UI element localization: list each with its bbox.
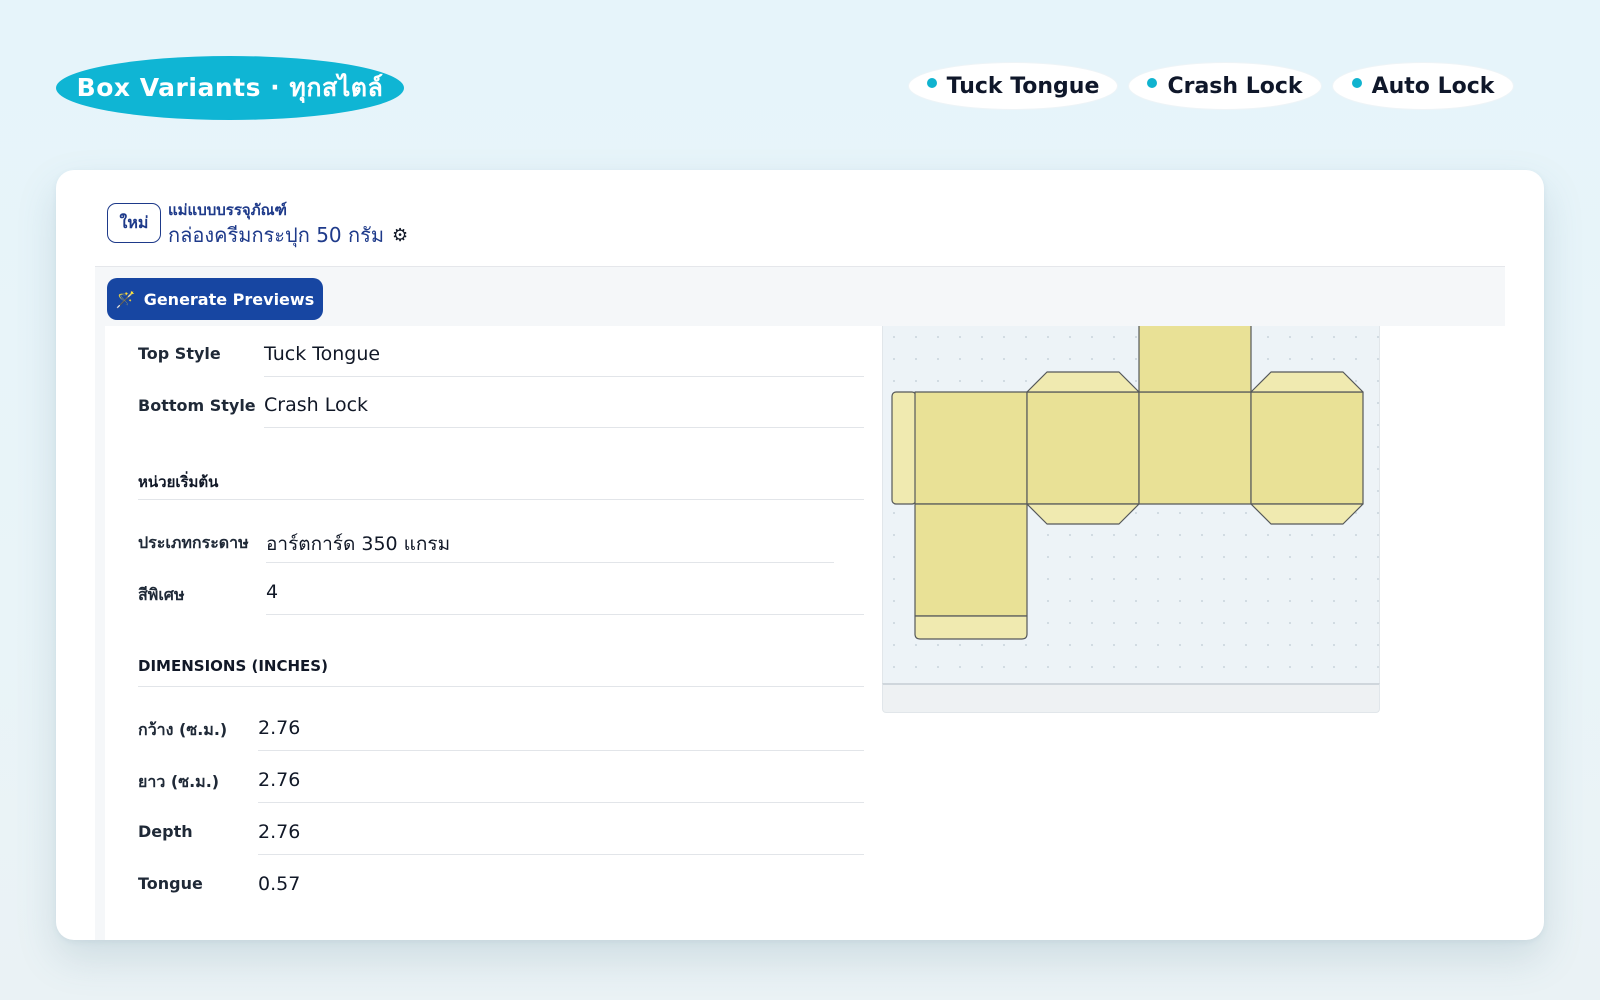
dot-icon (926, 78, 937, 88)
page-title-text: Box Variants · ทุกสไตล์ (76, 73, 384, 102)
width-field[interactable]: 2.76 (258, 717, 864, 751)
generate-previews-label: Generate Previews (143, 289, 315, 309)
dot-icon (1147, 78, 1158, 88)
panel-side-2 (1250, 391, 1364, 505)
bottom-style-field[interactable]: Crash Lock (264, 394, 864, 428)
glue-flap (891, 391, 917, 505)
bottom-tongue (914, 615, 1028, 640)
dot-icon (1351, 78, 1362, 88)
panel-front (914, 391, 1028, 505)
paper-type-field[interactable]: อาร์ตการ์ด 350 แกรม (266, 529, 834, 563)
bottom-style-label: Bottom Style (138, 396, 256, 415)
dust-flap-bottom-2 (1250, 503, 1364, 525)
top-tuck-panel (1138, 323, 1252, 393)
dieline-svg (891, 323, 1364, 640)
section-dimensions: DIMENSIONS (INCHES) (138, 657, 864, 687)
length-field[interactable]: 2.76 (258, 769, 864, 803)
dust-flap-top-2 (1250, 371, 1364, 393)
magic-wand-icon: 🪄 (115, 289, 136, 309)
chip-label: Crash Lock (1167, 73, 1303, 99)
length-label: ยาว (ซ.ม.) (138, 772, 220, 791)
chip-tuck-tongue[interactable]: Tuck Tongue (909, 63, 1117, 109)
section-default-units: หน่วยเริ่มต้น (138, 470, 864, 500)
preview-footer (882, 683, 1380, 713)
chip-auto-lock[interactable]: Auto Lock (1333, 63, 1513, 109)
chip-label: Auto Lock (1371, 73, 1495, 99)
paper-type-label: ประเภทกระดาษ (138, 533, 249, 552)
depth-field[interactable]: 2.76 (258, 821, 864, 855)
tongue-label: Tongue (138, 874, 203, 893)
spot-colors-field[interactable]: 4 (266, 581, 864, 615)
generate-previews-button[interactable]: 🪄 Generate Previews (107, 278, 323, 320)
template-card: ใหม่ แม่แบบบรรจุภัณฑ์ กล่องครีมกระปุก 50… (56, 170, 1544, 940)
template-name-text: กล่องครีมกระปุก 50 กรัม (168, 223, 385, 247)
dust-flap-top-1 (1026, 371, 1140, 393)
panel-back (1138, 391, 1252, 505)
panel-side-1 (1026, 391, 1140, 505)
tongue-field[interactable]: 0.57 (258, 873, 864, 907)
dust-flap-bottom-1 (1026, 503, 1140, 525)
spot-colors-label: สีพิเศษ (138, 585, 185, 604)
top-style-label: Top Style (138, 344, 221, 363)
top-style-field[interactable]: Tuck Tongue (264, 343, 864, 377)
gear-icon[interactable]: ⚙ (392, 225, 408, 246)
template-name: กล่องครีมกระปุก 50 กรัม ⚙ (168, 219, 408, 251)
dieline-preview (882, 323, 1380, 706)
left-rail (95, 326, 105, 940)
page-title: Box Variants · ทุกสไตล์ (56, 56, 404, 120)
new-badge-text: ใหม่ (119, 212, 149, 232)
new-badge: ใหม่ (107, 203, 161, 243)
width-label: กว้าง (ซ.ม.) (138, 720, 228, 739)
chip-label: Tuck Tongue (946, 73, 1100, 99)
depth-label: Depth (138, 822, 193, 841)
bottom-panel (914, 503, 1028, 617)
chip-crash-lock[interactable]: Crash Lock (1129, 63, 1321, 109)
